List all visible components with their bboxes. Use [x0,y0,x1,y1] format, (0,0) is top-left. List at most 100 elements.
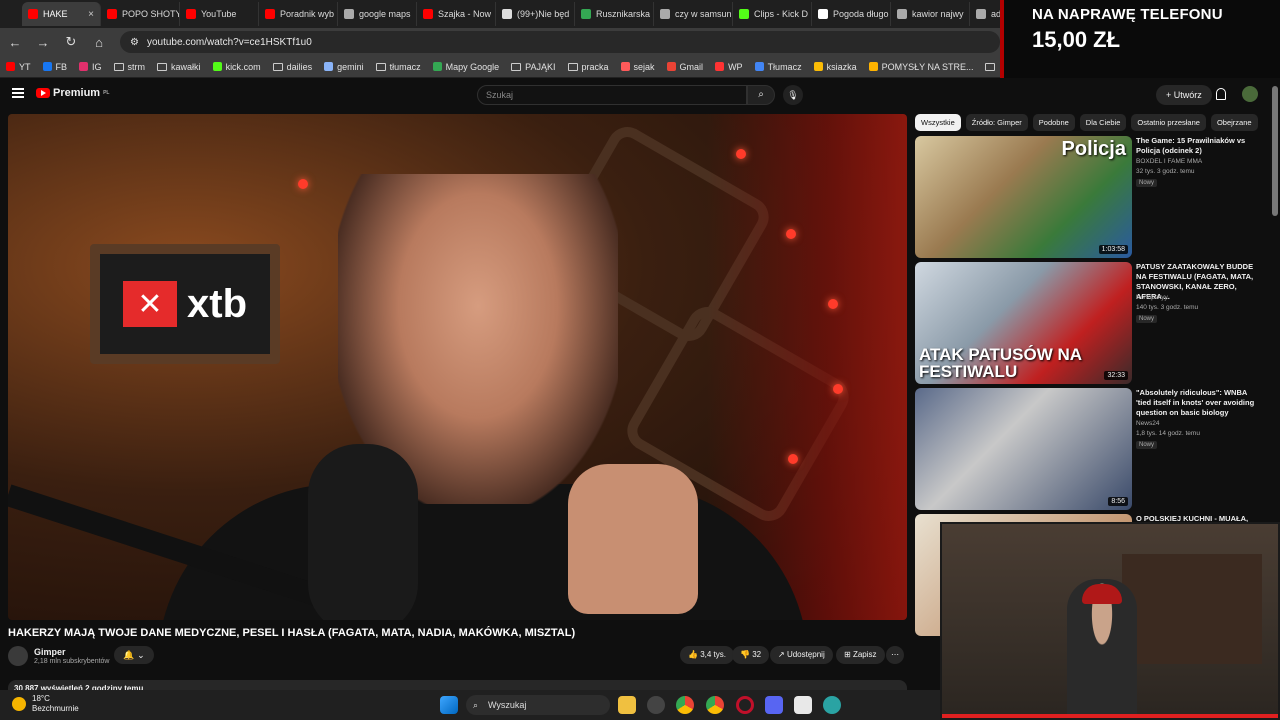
video-channel[interactable]: News24 [1136,420,1159,427]
opera-icon[interactable] [736,696,754,714]
dislike-button[interactable]: 👎 32 [732,646,770,664]
bookmark-label: PAJĄKI [525,61,556,72]
channel-name[interactable]: Gimper [34,647,66,657]
youtube-logo[interactable]: Premium PL [36,87,109,99]
tab-label: Pogoda długo [833,9,889,19]
filter-chip[interactable]: Ostatnio przesłane [1131,114,1206,131]
bookmark-item[interactable]: kawałki [157,62,201,72]
chrome-icon[interactable] [676,696,694,714]
browser-tab[interactable]: google maps [338,2,417,26]
back-icon[interactable]: ← [8,35,22,50]
tab-label: (99+)Nie będ [517,9,570,19]
bookmark-item[interactable]: dailies [272,62,312,72]
bookmark-item[interactable]: strm [113,62,145,72]
youtube-play-icon [36,88,50,98]
subscribed-bell-button[interactable]: 🔔 ⌄ [114,646,154,664]
save-icon: ⊞ [844,650,853,659]
bookmark-item[interactable]: IG [79,62,102,72]
video-player[interactable]: ✕ xtb [8,114,907,620]
filter-chip[interactable]: Dla Ciebie [1079,114,1127,131]
bookmark-item[interactable]: Tłumacz [754,62,802,72]
streamer-webcam [940,522,1280,720]
bookmark-label: sejak [633,61,655,72]
recommended-video[interactable]: Policja 1:03:58 The Game: 15 Prawilniaków … [915,136,1260,258]
menu-icon[interactable] [12,88,24,98]
search-input[interactable]: Szukaj [477,85,747,105]
bookmark-item[interactable]: WP [715,62,743,72]
home-icon[interactable]: ⌂ [92,35,106,50]
filter-chip[interactable]: Obejrzane [1210,114,1258,131]
save-button[interactable]: ⊞ Zapisz [836,646,885,664]
video-title[interactable]: "Absolutely ridiculous": WNBA 'tied itse… [1136,388,1256,418]
filter-chip[interactable]: Źródło: Gimper [965,114,1028,131]
close-tab-icon[interactable]: × [88,9,94,20]
video-thumbnail[interactable]: ATAK PATUSÓW NA FESTIWALU 32:33 [915,262,1132,384]
recommended-video[interactable]: ATAK PATUSÓW NA FESTIWALU 32:33 PATUSY ZAA… [915,262,1260,384]
browser-tab[interactable]: YouTube [180,2,259,26]
bookmark-item[interactable]: YT [6,62,31,72]
video-channel[interactable]: Konopskyy [1136,294,1168,301]
share-button[interactable]: ↗ Udostępnij [770,646,833,664]
browser-tab[interactable]: Pogoda długo [812,2,891,26]
windows-start-icon[interactable] [440,696,458,714]
bookmark-favicon-icon [754,62,764,71]
browser-tab[interactable]: czy w samsun [654,2,733,26]
url-bar[interactable]: ⚙ youtube.com/watch?v=ce1HSKTf1u0 [120,31,1000,53]
taskbar-search[interactable]: ⌕ Wyszukaj [466,695,610,715]
globe-icon[interactable] [823,696,841,714]
bookmark-item[interactable]: gemini [324,62,364,72]
browser-tab[interactable]: Szajka - Now [417,2,496,26]
video-channel[interactable]: BOXDEL I FAME MMA [1136,158,1202,165]
bookmark-item[interactable]: FB [42,62,67,72]
search-button[interactable]: ⌕ [747,85,775,105]
bookmark-item[interactable]: pracka [567,62,609,72]
bookmark-item[interactable]: POMYSŁY NA STRE... [868,62,973,72]
filter-chip[interactable]: Podobne [1032,114,1075,131]
video-meta: 140 tys. 3 godz. temu [1136,304,1199,311]
video-thumbnail[interactable]: 8:56 [915,388,1132,510]
bookmark-favicon-icon [620,62,630,71]
browser-tab[interactable]: HAKE × [22,2,101,26]
video-title[interactable]: The Game: 15 Prawilniaków vs Policja (od… [1136,136,1256,156]
site-info-icon[interactable]: ⚙ [130,37,139,48]
bookmark-item[interactable]: PAJĄKI [511,61,556,72]
video-meta: 1,8 tys. 14 godz. temu [1136,430,1200,437]
browser-tab[interactable]: POPO SHOTY [101,2,180,26]
browser-tab[interactable]: Rusznikarska [575,2,654,26]
browser-tab[interactable]: (99+)Nie będ [496,2,575,26]
notes-icon[interactable] [794,696,812,714]
discord-icon[interactable] [765,696,783,714]
channel-avatar[interactable] [8,646,28,666]
page-scrollbar[interactable] [1272,86,1278,216]
more-actions-button[interactable]: ⋯ [886,646,904,664]
create-button[interactable]: + Utwórz [1156,85,1212,105]
reload-icon[interactable]: ↻ [64,34,78,50]
browser-icon[interactable] [706,696,724,714]
bookmark-item[interactable]: sejak [620,61,655,72]
filter-chip[interactable]: Wszystkie [915,114,961,131]
like-button[interactable]: 👍 3,4 tys. [680,646,734,664]
notifications-bell-icon[interactable] [1216,88,1226,100]
video-thumbnail[interactable]: Policja 1:03:58 [915,136,1132,258]
webcam-border-bar [942,714,1278,718]
forward-icon[interactable]: → [36,35,50,50]
bookmark-item[interactable]: tłumacz [375,62,421,72]
bookmark-item[interactable]: Gmail [666,62,703,72]
xtb-sign: ✕ xtb [90,244,280,364]
file-explorer-icon[interactable] [618,696,636,714]
tab-label: czy w samsun [675,9,732,19]
recommended-video[interactable]: 8:56 "Absolutely ridiculous": WNBA 'tied … [915,388,1260,510]
tab-label: HAKE [43,9,68,19]
bookmark-item[interactable]: Mapy Google [432,62,499,72]
browser-tab[interactable]: Poradnik wyb [259,2,338,26]
studio-light [828,299,838,309]
app-icon[interactable] [647,696,665,714]
bookmark-item[interactable]: ksiazka [813,62,857,72]
account-avatar[interactable] [1242,86,1258,102]
search-icon: ⌕ [758,89,764,100]
voice-search-icon[interactable]: 🎙 [783,85,803,105]
browser-tab[interactable]: Clips - Kick D [733,2,812,26]
weather-widget[interactable]: 18°C Bezchmurnie [12,694,79,714]
bookmark-item[interactable]: kick.com [212,62,261,72]
browser-tab[interactable]: kawior najwy [891,2,970,26]
